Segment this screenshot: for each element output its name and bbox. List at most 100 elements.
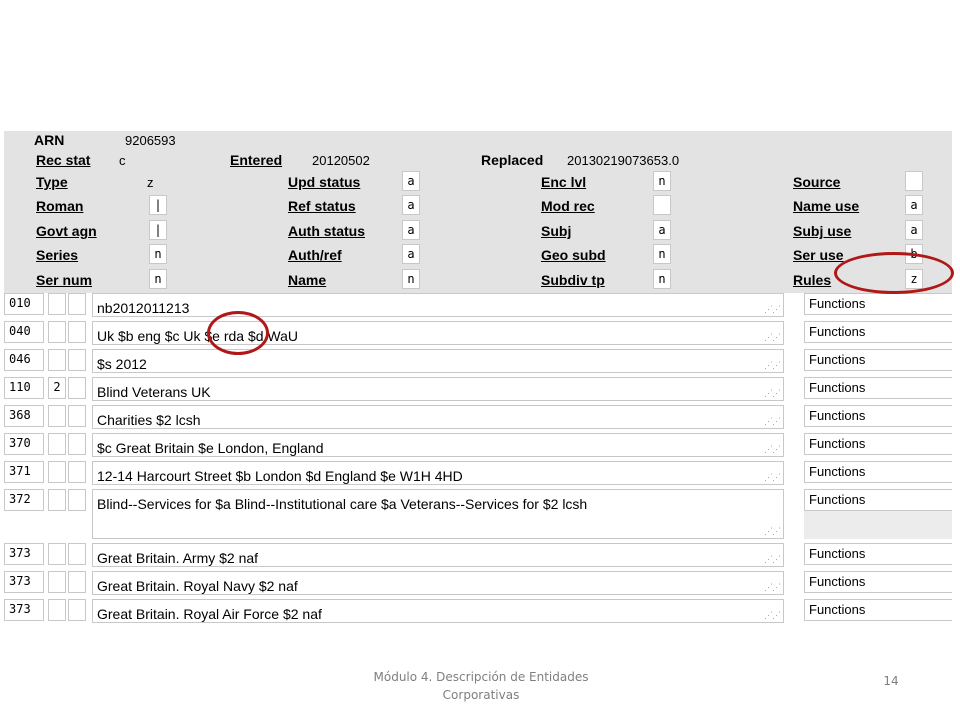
functions-button[interactable]: Functions xyxy=(804,293,952,315)
resize-grip-icon[interactable]: ⋰⋰ xyxy=(764,389,781,398)
resize-grip-icon[interactable]: ⋰⋰ xyxy=(764,527,781,536)
resize-grip-icon[interactable]: ⋰⋰ xyxy=(764,417,781,426)
field-tag[interactable]: 370 xyxy=(4,433,44,455)
indicator-1-input[interactable] xyxy=(48,489,66,511)
resize-grip-icon[interactable]: ⋰⋰ xyxy=(764,611,781,620)
field-content-textarea[interactable]: 12-14 Harcourt Street $b London $d Engla… xyxy=(92,461,784,485)
field-tag[interactable]: 010 xyxy=(4,293,44,315)
resize-grip-icon[interactable]: ⋰⋰ xyxy=(764,305,781,314)
field-tag[interactable]: 110 xyxy=(4,377,44,399)
functions-button[interactable]: Functions xyxy=(804,405,952,427)
indicator-2-input[interactable] xyxy=(68,349,86,371)
govt-agn-label[interactable]: Govt agn xyxy=(36,223,97,239)
roman-label[interactable]: Roman xyxy=(36,198,83,214)
resize-grip-icon[interactable]: ⋰⋰ xyxy=(764,361,781,370)
indicator-1-input[interactable] xyxy=(48,461,66,483)
field-tag[interactable]: 046 xyxy=(4,349,44,371)
ser-num-input[interactable]: n xyxy=(149,269,167,289)
subj-use-label[interactable]: Subj use xyxy=(793,223,851,239)
field-content-textarea[interactable]: Uk $b eng $c Uk $e rda $d WaU ⋰⋰ xyxy=(92,321,784,345)
ser-use-label[interactable]: Ser use xyxy=(793,247,844,263)
resize-grip-icon[interactable]: ⋰⋰ xyxy=(764,333,781,342)
field-tag[interactable]: 040 xyxy=(4,321,44,343)
indicator-2-input[interactable] xyxy=(68,489,86,511)
indicator-1-input[interactable] xyxy=(48,599,66,621)
field-tag[interactable]: 373 xyxy=(4,543,44,565)
indicator-2-input[interactable] xyxy=(68,377,86,399)
name-use-input[interactable]: a xyxy=(905,195,923,215)
indicator-1-input[interactable] xyxy=(48,349,66,371)
upd-status-input[interactable]: a xyxy=(402,171,420,191)
auth-status-input[interactable]: a xyxy=(402,220,420,240)
field-tag[interactable]: 373 xyxy=(4,599,44,621)
rules-label[interactable]: Rules xyxy=(793,272,831,288)
functions-button[interactable]: Functions xyxy=(804,349,952,371)
field-tag[interactable]: 368 xyxy=(4,405,44,427)
functions-button[interactable]: Functions xyxy=(804,599,952,621)
functions-button[interactable]: Functions xyxy=(804,543,952,565)
field-tag[interactable]: 373 xyxy=(4,571,44,593)
field-content-textarea[interactable]: Great Britain. Royal Navy $2 naf ⋰⋰ xyxy=(92,571,784,595)
field-tag[interactable]: 372 xyxy=(4,489,44,511)
type-label[interactable]: Type xyxy=(36,174,68,190)
source-input[interactable] xyxy=(905,171,923,191)
mod-rec-label[interactable]: Mod rec xyxy=(541,198,595,214)
rec-stat-label[interactable]: Rec stat xyxy=(36,152,90,168)
field-content-textarea[interactable]: Blind--Services for $a Blind--Institutio… xyxy=(92,489,784,539)
field-content-textarea[interactable]: Charities $2 lcsh ⋰⋰ xyxy=(92,405,784,429)
mod-rec-input[interactable] xyxy=(653,195,671,215)
functions-button[interactable]: Functions xyxy=(804,321,952,343)
source-label[interactable]: Source xyxy=(793,174,840,190)
subj-input[interactable]: a xyxy=(653,220,671,240)
subj-label[interactable]: Subj xyxy=(541,223,571,239)
auth-status-label[interactable]: Auth status xyxy=(288,223,365,239)
roman-input[interactable]: | xyxy=(149,195,167,215)
series-label[interactable]: Series xyxy=(36,247,78,263)
resize-grip-icon[interactable]: ⋰⋰ xyxy=(764,473,781,482)
field-content-textarea[interactable]: nb2012011213 ⋰⋰ xyxy=(92,293,784,317)
functions-button[interactable]: Functions xyxy=(804,489,952,511)
ref-status-label[interactable]: Ref status xyxy=(288,198,356,214)
govt-agn-input[interactable]: | xyxy=(149,220,167,240)
field-content-textarea[interactable]: Great Britain. Army $2 naf ⋰⋰ xyxy=(92,543,784,567)
subdiv-tp-input[interactable]: n xyxy=(653,269,671,289)
indicator-2-input[interactable] xyxy=(68,321,86,343)
field-content-textarea[interactable]: $c Great Britain $e London, England ⋰⋰ xyxy=(92,433,784,457)
name-label[interactable]: Name xyxy=(288,272,326,288)
field-tag[interactable]: 371 xyxy=(4,461,44,483)
indicator-1-input[interactable] xyxy=(48,405,66,427)
subj-use-input[interactable]: a xyxy=(905,220,923,240)
functions-button[interactable]: Functions xyxy=(804,377,952,399)
resize-grip-icon[interactable]: ⋰⋰ xyxy=(764,555,781,564)
field-content-textarea[interactable]: Great Britain. Royal Air Force $2 naf ⋰⋰ xyxy=(92,599,784,623)
series-input[interactable]: n xyxy=(149,244,167,264)
resize-grip-icon[interactable]: ⋰⋰ xyxy=(764,445,781,454)
indicator-1-input[interactable] xyxy=(48,543,66,565)
auth-ref-label[interactable]: Auth/ref xyxy=(288,247,342,263)
upd-status-label[interactable]: Upd status xyxy=(288,174,360,190)
indicator-2-input[interactable] xyxy=(68,461,86,483)
subdiv-tp-label[interactable]: Subdiv tp xyxy=(541,272,605,288)
indicator-2-input[interactable] xyxy=(68,433,86,455)
functions-button[interactable]: Functions xyxy=(804,433,952,455)
entered-label[interactable]: Entered xyxy=(230,152,282,168)
indicator-2-input[interactable] xyxy=(68,293,86,315)
indicator-1-input[interactable] xyxy=(48,321,66,343)
ser-num-label[interactable]: Ser num xyxy=(36,272,92,288)
functions-button[interactable]: Functions xyxy=(804,461,952,483)
indicator-2-input[interactable] xyxy=(68,543,86,565)
auth-ref-input[interactable]: a xyxy=(402,244,420,264)
field-content-textarea[interactable]: $s 2012 ⋰⋰ xyxy=(92,349,784,373)
indicator-1-input[interactable] xyxy=(48,433,66,455)
indicator-1-input[interactable]: 2 xyxy=(48,377,66,399)
indicator-2-input[interactable] xyxy=(68,405,86,427)
resize-grip-icon[interactable]: ⋰⋰ xyxy=(764,583,781,592)
functions-button[interactable]: Functions xyxy=(804,571,952,593)
indicator-2-input[interactable] xyxy=(68,599,86,621)
indicator-2-input[interactable] xyxy=(68,571,86,593)
indicator-1-input[interactable] xyxy=(48,293,66,315)
enc-lvl-label[interactable]: Enc lvl xyxy=(541,174,586,190)
enc-lvl-input[interactable]: n xyxy=(653,171,671,191)
indicator-1-input[interactable] xyxy=(48,571,66,593)
field-content-textarea[interactable]: Blind Veterans UK ⋰⋰ xyxy=(92,377,784,401)
